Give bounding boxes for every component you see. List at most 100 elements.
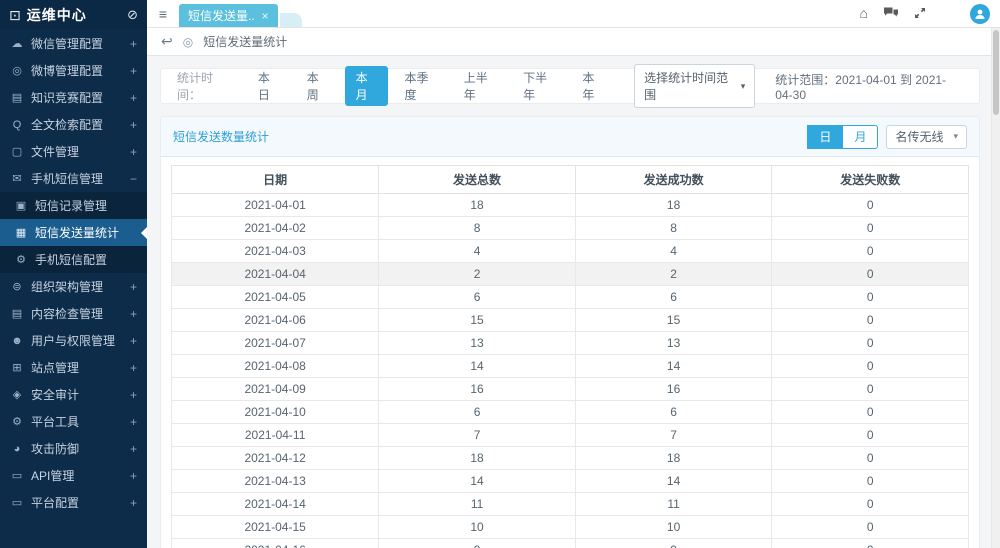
sidebar-item[interactable]: ◕ 攻击防御 + — [0, 435, 147, 462]
sidebar-subitem[interactable]: ▦ 短信发送量统计 — [0, 219, 147, 246]
filter-option[interactable]: 本周 — [296, 66, 339, 106]
tab-close-icon[interactable]: × — [262, 9, 269, 23]
table-row[interactable]: 2021-04-14 11 11 0 — [172, 493, 969, 516]
table-row[interactable]: 2021-04-09 16 16 0 — [172, 378, 969, 401]
channel-select-value: 名传无线 — [895, 128, 943, 145]
cell-fail: 0 — [772, 332, 969, 355]
filter-option[interactable]: 下半年 — [512, 66, 565, 106]
table-row[interactable]: 2021-04-10 6 6 0 — [172, 401, 969, 424]
page-scrollbar[interactable] — [991, 28, 1000, 548]
sidebar-subitem-label: 短信记录管理 — [35, 197, 137, 214]
sidebar-item[interactable]: ◎ 微博管理配置 + — [0, 57, 147, 84]
table-row[interactable]: 2021-04-02 8 8 0 — [172, 217, 969, 240]
table-header-row: 日期 发送总数 发送成功数 发送失败数 — [172, 166, 969, 194]
cell-success: 14 — [575, 355, 772, 378]
table-row[interactable]: 2021-04-01 18 18 0 — [172, 194, 969, 217]
sidebar-item[interactable]: ◈ 安全审计 + — [0, 381, 147, 408]
expand-plus-icon: + — [130, 37, 137, 51]
monitor-icon: ⊡ — [9, 7, 21, 24]
table-row[interactable]: 2021-04-11 7 7 0 — [172, 424, 969, 447]
cell-fail: 0 — [772, 309, 969, 332]
sidebar-item[interactable]: ▢ 文件管理 + — [0, 138, 147, 165]
table-row[interactable]: 2021-04-12 18 18 0 — [172, 447, 969, 470]
user-permission-icon: ☻ — [10, 335, 24, 347]
cell-date: 2021-04-08 — [172, 355, 379, 378]
sidebar-item[interactable]: ☻ 用户与权限管理 + — [0, 327, 147, 354]
column-header-total: 发送总数 — [379, 166, 576, 194]
table-row[interactable]: 2021-04-03 4 4 0 — [172, 240, 969, 263]
shield-icon: ◈ — [10, 388, 24, 401]
stat-range-text: 统计范围：2021-04-01 到 2021-04-30 — [775, 71, 963, 102]
sidebar-item-label: 微信管理配置 — [31, 35, 123, 52]
sidebar-item-label: 攻击防御 — [31, 440, 123, 457]
sidebar-item[interactable]: Q 全文检索配置 + — [0, 111, 147, 138]
cell-date: 2021-04-12 — [172, 447, 379, 470]
filter-option[interactable]: 本季度 — [394, 66, 447, 106]
sidebar-item[interactable]: ⊜ 组织架构管理 + — [0, 273, 147, 300]
expand-plus-icon: + — [130, 118, 137, 132]
table-row[interactable]: 2021-04-05 6 6 0 — [172, 286, 969, 309]
cell-date: 2021-04-04 — [172, 263, 379, 286]
nav-group-bottom: ⊜ 组织架构管理 + ▤ 内容检查管理 + ☻ 用户与权限管理 + — [0, 273, 147, 516]
weibo-icon: ◎ — [10, 64, 24, 77]
sidebar-nav: ☁ 微信管理配置 + ◎ 微博管理配置 + ▤ 知识竞赛配置 + — [0, 30, 147, 516]
table-row[interactable]: 2021-04-16 9 9 0 — [172, 539, 969, 548]
cell-fail: 0 — [772, 447, 969, 470]
date-range-dropdown-label: 选择统计时间范围 — [644, 69, 733, 103]
sidebar-item-label: 全文检索配置 — [31, 116, 123, 133]
app-title: 运维中心 — [27, 5, 121, 25]
sidebar-item-label: 内容检查管理 — [31, 305, 123, 322]
cell-fail: 0 — [772, 493, 969, 516]
cell-total: 14 — [379, 355, 576, 378]
filter-option[interactable]: 本日 — [247, 66, 290, 106]
filter-option[interactable]: 上半年 — [453, 66, 506, 106]
sidebar-item-sms-group[interactable]: ✉ 手机短信管理 − — [0, 165, 147, 192]
scrollbar-thumb[interactable] — [993, 30, 999, 115]
sidebar-item[interactable]: ▤ 知识竞赛配置 + — [0, 84, 147, 111]
tab-sms-stats[interactable]: 短信发送量.. × — [179, 4, 278, 27]
panel-header: 短信发送数量统计 日 月 名传无线 ▾ — [161, 117, 979, 157]
toggle-button[interactable]: 月 — [843, 125, 878, 149]
topbar-icons: ⌂ — [860, 0, 970, 27]
table-row[interactable]: 2021-04-13 14 14 0 — [172, 470, 969, 493]
filter-option[interactable]: 本年 — [571, 66, 614, 106]
cell-fail: 0 — [772, 355, 969, 378]
messages-icon[interactable] — [883, 7, 899, 19]
filter-option[interactable]: 本月 — [345, 66, 388, 106]
topbar: ≡ 短信发送量.. × ⌂ — [147, 0, 1000, 28]
sidebar-item[interactable]: ⊞ 站点管理 + — [0, 354, 147, 381]
column-header-fail: 发送失败数 — [772, 166, 969, 194]
sidebar-item[interactable]: ▭ API管理 + — [0, 462, 147, 489]
table-row[interactable]: 2021-04-15 10 10 0 — [172, 516, 969, 539]
sidebar-item-label: 文件管理 — [31, 143, 123, 160]
user-avatar[interactable] — [970, 4, 990, 24]
table-row[interactable]: 2021-04-04 2 2 0 — [172, 263, 969, 286]
cell-success: 2 — [575, 263, 772, 286]
fullscreen-icon[interactable] — [914, 7, 926, 19]
cell-fail: 0 — [772, 263, 969, 286]
date-range-dropdown[interactable]: 选择统计时间范围 ▾ — [634, 64, 755, 108]
table-row[interactable]: 2021-04-07 13 13 0 — [172, 332, 969, 355]
cell-fail: 0 — [772, 470, 969, 493]
sidebar-item-label: 平台配置 — [31, 494, 123, 511]
cell-total: 8 — [379, 217, 576, 240]
table-row[interactable]: 2021-04-08 14 14 0 — [172, 355, 969, 378]
tab-label: 短信发送量.. — [188, 7, 255, 24]
channel-select[interactable]: 名传无线 ▾ — [886, 125, 967, 149]
sidebar-subitem[interactable]: ▣ 短信记录管理 — [0, 192, 147, 219]
sidebar-item[interactable]: ☁ 微信管理配置 + — [0, 30, 147, 57]
sidebar-item-label: 组织架构管理 — [31, 278, 123, 295]
cell-date: 2021-04-02 — [172, 217, 379, 240]
sidebar-subitem[interactable]: ⚙ 手机短信配置 — [0, 246, 147, 273]
sidebar-collapse-icon[interactable]: ⊘ — [127, 7, 138, 23]
sidebar-item-label: 知识竞赛配置 — [31, 89, 123, 106]
home-icon[interactable]: ⌂ — [860, 5, 868, 21]
table-row[interactable]: 2021-04-06 15 15 0 — [172, 309, 969, 332]
back-icon[interactable]: ↩ — [161, 33, 173, 50]
sidebar-item[interactable]: ⚙ 平台工具 + — [0, 408, 147, 435]
menu-toggle-icon[interactable]: ≡ — [147, 0, 179, 27]
toggle-button[interactable]: 日 — [807, 125, 843, 149]
sms-record-icon: ▣ — [14, 199, 28, 212]
sidebar-item[interactable]: ▤ 内容检查管理 + — [0, 300, 147, 327]
sidebar-item[interactable]: ▭ 平台配置 + — [0, 489, 147, 516]
